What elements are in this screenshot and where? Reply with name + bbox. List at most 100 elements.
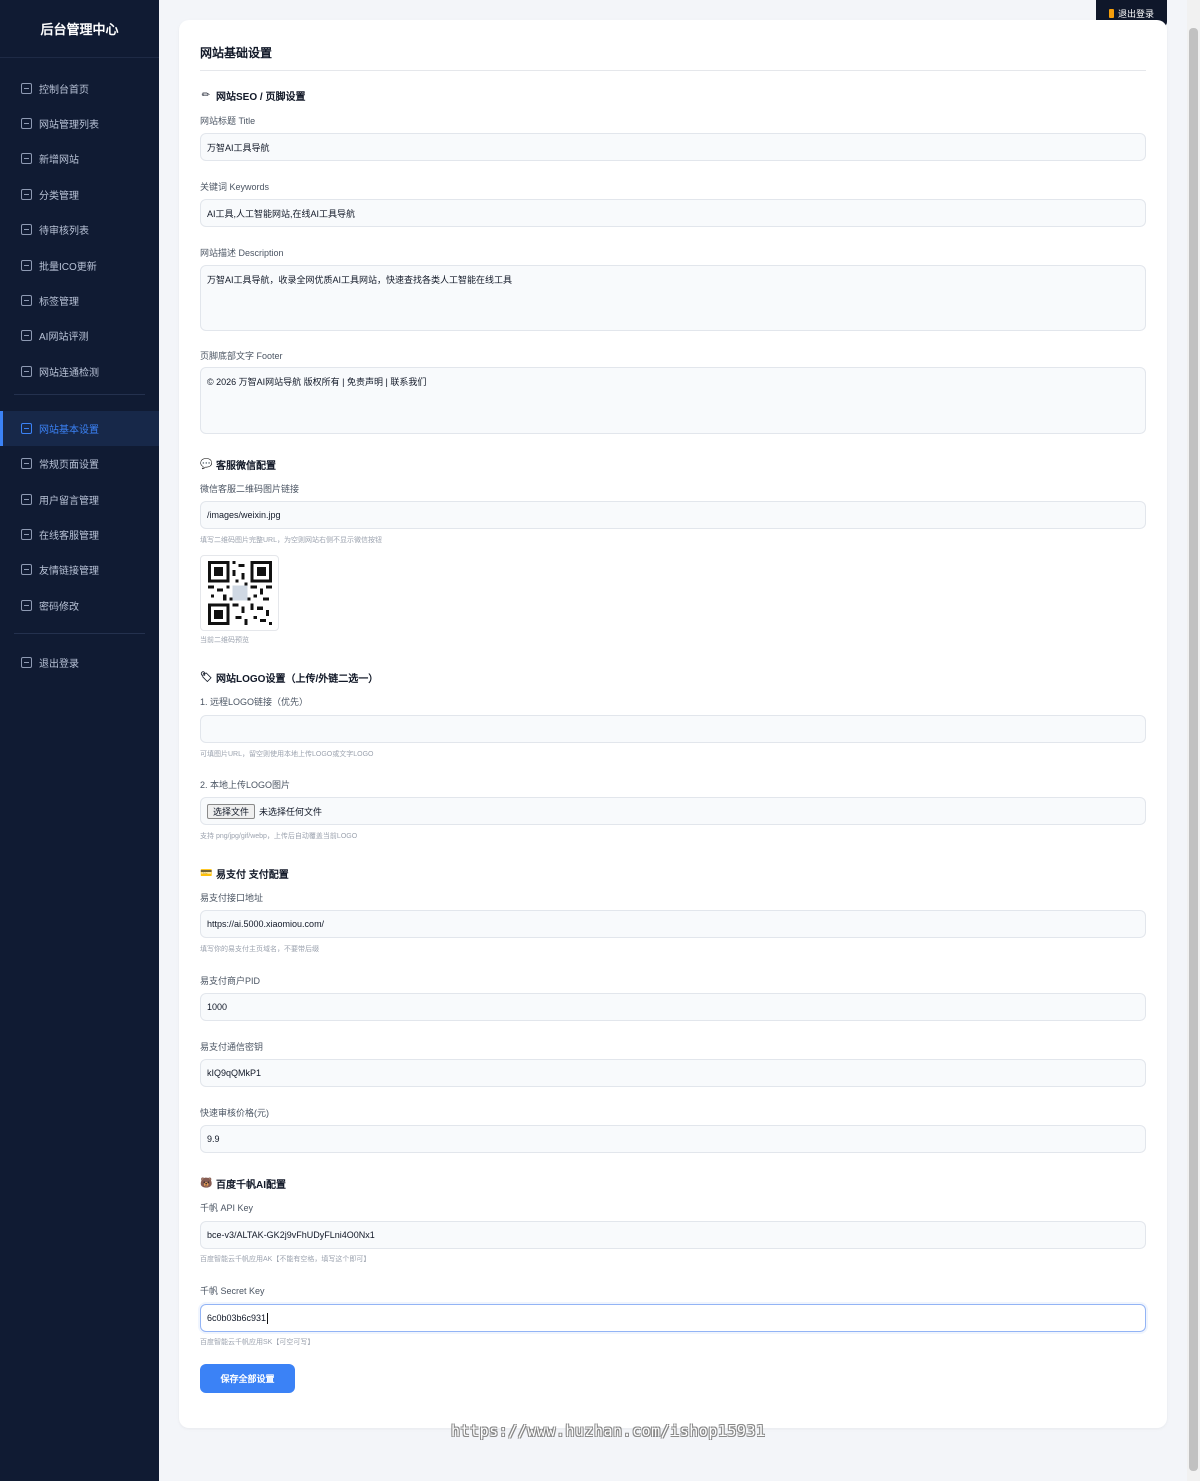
sidebar-item-ai-review[interactable]: AI网站评测 [0,318,159,353]
sidebar-divider [14,633,145,634]
price-input[interactable]: 9.9 [200,1125,1146,1153]
sidebar-item-label: 网站连通检测 [39,368,99,379]
sidebar-item-site-list[interactable]: 网站管理列表 [0,106,159,141]
sidebar-item-label: 新增网站 [39,155,79,166]
remote-logo-hint: 可填图片URL，留空则使用本地上传LOGO或文字LOGO [200,751,374,758]
pay-api-input[interactable]: https://ai.5000.xiaomiou.com/ [200,910,1146,938]
header-logout-label: 退出登录 [1117,9,1154,19]
keywords-input[interactable]: AI工具,人工智能网站,在线AI工具导航 [200,199,1146,227]
sidebar-item-connectivity[interactable]: 网站连通检测 [0,354,159,389]
nav-square-icon [21,153,32,164]
logo-section-heading: 🏷 网站LOGO设置（上传/外链二选一） [200,670,378,685]
nav-square-icon [21,83,32,94]
nav-square-icon [21,295,32,306]
credit-card-icon: 💳 [200,868,213,879]
sidebar-item-categories[interactable]: 分类管理 [0,177,159,212]
description-textarea[interactable]: 万智AI工具导航，收录全网优质AI工具网站，快速查找各类人工智能在线工具 [200,265,1146,331]
pay-heading-text: 易支付 支付配置 [216,870,289,881]
scrollbar-thumb[interactable] [1189,28,1198,1471]
pay-key-label: 易支付通信密钥 [200,1042,264,1052]
logo-heading-text: 网站LOGO设置（上传/外链二选一） [216,674,379,685]
upload-logo-label: 2. 本地上传LOGO图片 [200,780,291,790]
seo-heading-text: 网站SEO / 页脚设置 [216,92,306,103]
secret-input[interactable]: 6c0b03b6c931 [200,1304,1146,1332]
nav-square-icon [21,529,32,540]
sidebar-item-label: 控制台首页 [39,85,89,96]
pay-pid-input[interactable]: 1000 [200,993,1146,1021]
sidebar-item-add-site[interactable]: 新增网站 [0,141,159,176]
apikey-input[interactable]: bce-v3/ALTAK-GK2j9vFhUDyFLni4O0Nx1 [200,1221,1146,1249]
remote-logo-label: 1. 远程LOGO链接（优先） [200,697,309,707]
title-divider [200,70,1146,71]
sidebar-item-batch-ico[interactable]: 批量ICO更新 [0,248,159,283]
nav-square-icon [21,600,32,611]
door-icon [1108,9,1114,18]
apikey-label: 千帆 API Key [200,1203,254,1213]
sidebar-item-label: 网站基本设置 [39,425,99,436]
nav-square-icon [21,260,32,271]
pencil-icon: ✏ [201,90,211,101]
sidebar-item-messages[interactable]: 用户留言管理 [0,482,159,517]
pay-key-input[interactable]: kIQ9qQMkP1 [200,1059,1146,1087]
nav-square-icon [21,564,32,575]
sidebar-item-label: 友情链接管理 [39,566,99,577]
nav-square-icon [21,330,32,341]
sidebar-item-label: 退出登录 [39,659,79,670]
nav-square-icon [21,458,32,469]
save-all-button[interactable]: 保存全部设置 [200,1364,295,1393]
nav-square-icon [21,494,32,505]
sidebar-item-dashboard[interactable]: 控制台首页 [0,71,159,106]
text-caret [267,1312,269,1324]
secret-hint: 百度智能云千帆应用SK【可空可写】 [200,1339,315,1346]
qianfan-section-heading: 🐻 百度千帆AI配置 [200,1176,286,1191]
qr-code-preview [200,555,279,631]
sidebar-item-label: 密码修改 [39,602,79,613]
sidebar-item-label: 批量ICO更新 [39,262,97,273]
sidebar-item-customer-service[interactable]: 在线客服管理 [0,517,159,552]
nav-square-icon [21,118,32,129]
sidebar-item-password[interactable]: 密码修改 [0,588,159,623]
sidebar-item-logout[interactable]: 退出登录 [0,645,159,680]
pay-section-heading: 💳 易支付 支付配置 [200,866,289,881]
pay-api-label: 易支付接口地址 [200,893,264,903]
sidebar-brand: 后台管理中心 [0,0,159,58]
no-file-text: 未选择任何文件 [259,806,323,817]
logo-file-input[interactable]: 选择文件 未选择任何文件 [200,797,1146,825]
upload-logo-hint: 支持 png/jpg/gif/webp，上传后自动覆盖当前LOGO [200,833,358,840]
footer-textarea[interactable]: © 2026 万智AI网站导航 版权所有 | 免责声明 | 联系我们 [200,367,1146,434]
footer-label: 页脚底部文字 Footer [200,351,283,361]
sidebar-item-label: 用户留言管理 [39,496,99,507]
sidebar-item-label: 网站管理列表 [39,120,99,131]
sidebar-divider [14,394,145,395]
sidebar-item-label: AI网站评测 [39,332,89,343]
sidebar-item-label: 标签管理 [39,297,79,308]
site-title-input[interactable]: 万智AI工具导航 [200,133,1146,161]
seo-section-heading: ✏ 网站SEO / 页脚设置 [200,88,306,103]
sidebar-item-label: 常规页面设置 [39,460,99,471]
sidebar-item-basic-settings[interactable]: 网站基本设置 [0,411,159,446]
speech-bubble-icon: 💬 [200,459,213,470]
qr-preview-caption: 当前二维码预览 [200,637,249,644]
price-label: 快速审核价格(元) [200,1108,269,1118]
description-label: 网站描述 Description [200,248,284,258]
secret-input-value: 6c0b03b6c931 [207,1313,267,1323]
sidebar-item-friend-links[interactable]: 友情链接管理 [0,552,159,587]
sidebar-item-label: 分类管理 [39,191,79,202]
remote-logo-input[interactable] [200,715,1146,743]
sidebar-item-pending-list[interactable]: 待审核列表 [0,212,159,247]
wechat-qr-url-input[interactable]: /images/weixin.jpg [200,501,1146,529]
nav-square-icon [21,423,32,434]
sidebar-item-label: 在线客服管理 [39,531,99,542]
qr-code-icon [207,561,272,625]
pay-api-hint: 填写你的易支付主页域名，不要带后缀 [200,946,319,953]
choose-file-button[interactable]: 选择文件 [207,803,256,819]
bear-face-icon: 🐻 [200,1178,213,1189]
sidebar-item-tags[interactable]: 标签管理 [0,283,159,318]
nav-square-icon [21,189,32,200]
sidebar-item-page-settings[interactable]: 常规页面设置 [0,446,159,481]
title-label: 网站标题 Title [200,116,256,126]
sidebar: 后台管理中心 控制台首页网站管理列表 新增网站分类管理待审核列表批量ICO更新 标签… [0,0,159,1481]
wechat-heading-text: 客服微信配置 [216,461,276,472]
qianfan-heading-text: 百度千帆AI配置 [216,1180,286,1191]
nav-square-icon [21,224,32,235]
